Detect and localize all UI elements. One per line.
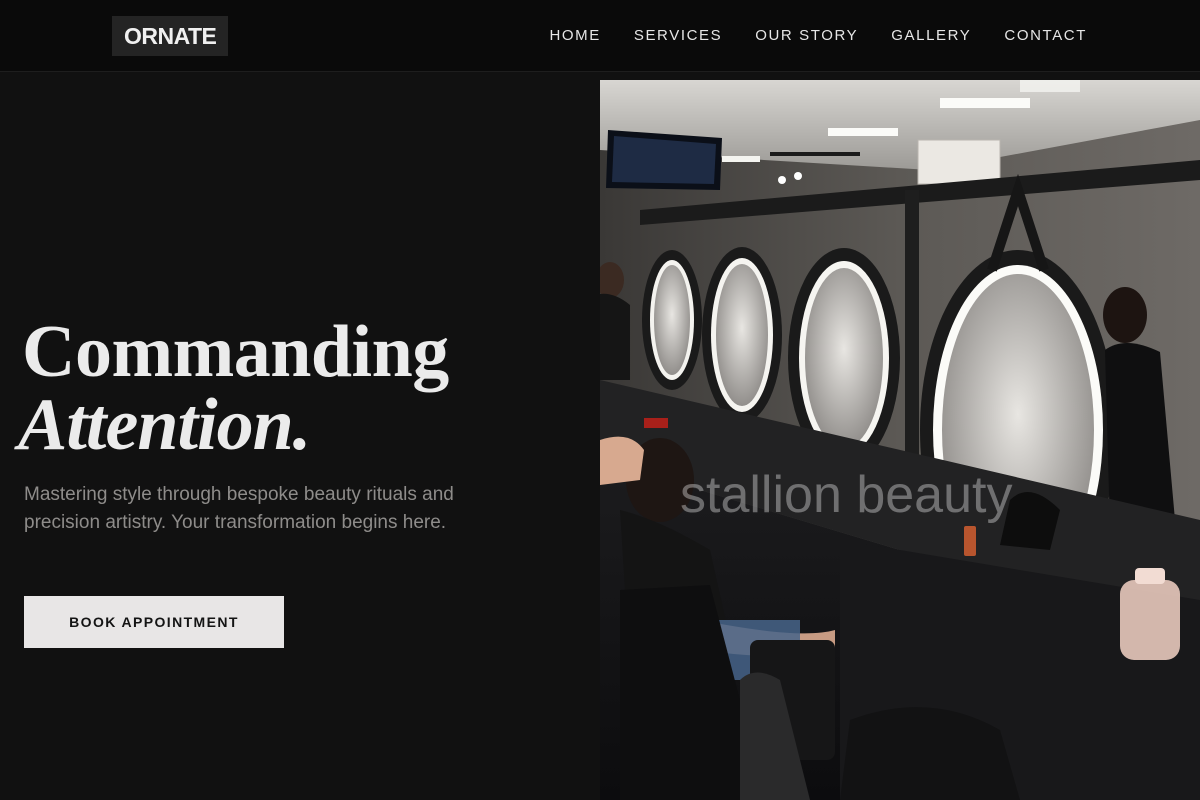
main-nav: HOME SERVICES OUR STORY GALLERY CONTACT — [549, 0, 1087, 70]
site-header: ORNATE HOME SERVICES OUR STORY GALLERY C… — [0, 0, 1200, 72]
nav-our-story[interactable]: OUR STORY — [755, 27, 858, 44]
nav-gallery[interactable]: GALLERY — [891, 27, 971, 44]
page: ORNATE HOME SERVICES OUR STORY GALLERY C… — [0, 0, 1200, 800]
brand-logo[interactable]: ORNATE — [112, 16, 229, 56]
photo-watermark: stallion beauty — [680, 466, 1012, 524]
nav-services[interactable]: SERVICES — [634, 27, 722, 44]
hero-title-line1: Commanding — [22, 311, 449, 393]
nav-contact[interactable]: CONTACT — [1004, 27, 1087, 44]
salon-photo-illustration: stallion beauty — [600, 80, 1200, 800]
hero-subtitle: Mastering style through bespoke beauty r… — [24, 484, 454, 533]
book-appointment-button[interactable]: BOOK APPOINTMENT — [24, 596, 284, 648]
salon-photo: stallion beauty — [600, 80, 1200, 800]
nav-home[interactable]: HOME — [549, 27, 600, 44]
hero-title-line2: Attention. — [18, 384, 311, 466]
hero-title: Commanding Attention. — [18, 311, 449, 462]
